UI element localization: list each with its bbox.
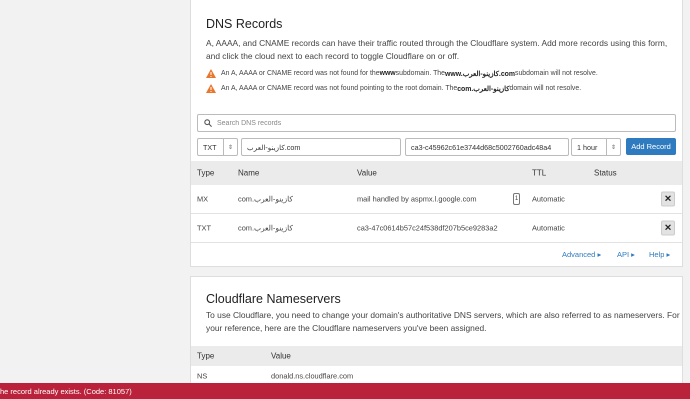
warning-bold: www.كازينو-العرب.com bbox=[444, 70, 515, 78]
nameservers-card: Cloudflare Nameservers To use Cloudflare… bbox=[190, 276, 683, 386]
warning-icon bbox=[206, 84, 216, 93]
nameservers-description: To use Cloudflare, you need to change yo… bbox=[206, 310, 680, 333]
warning-text: subdomain. The bbox=[395, 70, 445, 77]
warning-text: subdomain will not resolve. bbox=[515, 70, 598, 77]
record-name-input[interactable]: كازينو-العرب.com bbox=[241, 138, 401, 156]
close-icon: ✕ bbox=[664, 193, 672, 204]
warning-icon bbox=[206, 69, 216, 78]
warning-text: An A, AAAA or CNAME record was not found… bbox=[221, 85, 458, 92]
column-value: Value bbox=[357, 168, 377, 178]
record-content-input[interactable]: ca3-c45962c61e3744d68c5002760adc48a4 bbox=[405, 138, 569, 156]
close-icon: ✕ bbox=[664, 222, 672, 233]
record-type-select[interactable]: TXT ⇕ bbox=[197, 138, 238, 156]
nameservers-title: Cloudflare Nameservers bbox=[206, 292, 341, 306]
row-name: كازينو-العرب.com bbox=[238, 194, 293, 204]
row-ttl: Automatic bbox=[532, 223, 565, 233]
error-message: he record already exists. (Code: 81057) bbox=[0, 386, 132, 396]
record-type-value: TXT bbox=[203, 142, 217, 152]
warning-www: An A, AAAA or CNAME record was not found… bbox=[206, 69, 598, 78]
warning-bold: كازينو-العرب.com bbox=[457, 85, 510, 93]
delete-record-button[interactable]: ✕ bbox=[661, 191, 675, 207]
row-name: كازينو-العرب.com bbox=[238, 223, 293, 233]
priority-badge[interactable]: 1 bbox=[513, 193, 520, 205]
ttl-select[interactable]: 1 hour ⇕ bbox=[571, 138, 621, 156]
column-type: Type bbox=[197, 168, 215, 178]
advanced-link[interactable]: Advanced ▸ bbox=[562, 250, 601, 259]
ttl-value: 1 hour bbox=[577, 142, 598, 152]
dns-search-field[interactable] bbox=[197, 114, 676, 132]
column-name: Name bbox=[238, 168, 260, 178]
row-value: ca3-47c0614b57c24f538df207b5ce9283a2 bbox=[357, 223, 498, 233]
ns-table-header: Type Value bbox=[191, 346, 682, 366]
search-icon bbox=[204, 119, 212, 127]
record-content-value: ca3-c45962c61e3744d68c5002760adc48a4 bbox=[411, 142, 552, 152]
help-link[interactable]: Help ▸ bbox=[649, 250, 670, 259]
warning-text: An A, AAAA or CNAME record was not found… bbox=[221, 70, 380, 77]
select-arrows-icon: ⇕ bbox=[606, 139, 620, 155]
dns-table-header: Type Name Value TTL Status bbox=[191, 161, 682, 185]
select-arrows-icon: ⇕ bbox=[223, 139, 237, 155]
row-type: TXT bbox=[197, 223, 211, 233]
column-value: Value bbox=[271, 351, 291, 361]
dns-records-card: DNS Records A, AAAA, and CNAME records c… bbox=[190, 0, 683, 267]
error-toast: he record already exists. (Code: 81057) bbox=[0, 383, 690, 399]
row-type: NS bbox=[197, 371, 208, 381]
warning-bold: www bbox=[379, 70, 396, 77]
warning-root: An A, AAAA or CNAME record was not found… bbox=[206, 84, 581, 93]
row-ttl: Automatic bbox=[532, 194, 565, 204]
table-row[interactable]: MX كازينو-العرب.com mail handled by aspm… bbox=[191, 185, 682, 214]
row-type: MX bbox=[197, 194, 209, 204]
delete-record-button[interactable]: ✕ bbox=[661, 220, 675, 236]
row-value: mail handled by aspmx.l.google.com bbox=[357, 194, 477, 204]
dns-records-title: DNS Records bbox=[206, 17, 283, 31]
column-type: Type bbox=[197, 351, 215, 361]
column-status: Status bbox=[594, 168, 617, 178]
record-name-value: كازينو-العرب.com bbox=[247, 142, 301, 152]
table-row[interactable]: TXT كازينو-العرب.com ca3-47c0614b57c24f5… bbox=[191, 214, 682, 243]
dns-records-description: A, AAAA, and CNAME records can have thei… bbox=[206, 38, 668, 61]
warning-text: domain will not resolve. bbox=[509, 85, 582, 92]
column-ttl: TTL bbox=[532, 168, 547, 178]
row-value: donald.ns.cloudflare.com bbox=[271, 371, 354, 381]
add-record-button[interactable]: Add Record bbox=[626, 138, 676, 155]
api-link[interactable]: API ▸ bbox=[617, 250, 635, 259]
dns-search-input[interactable] bbox=[217, 119, 657, 127]
